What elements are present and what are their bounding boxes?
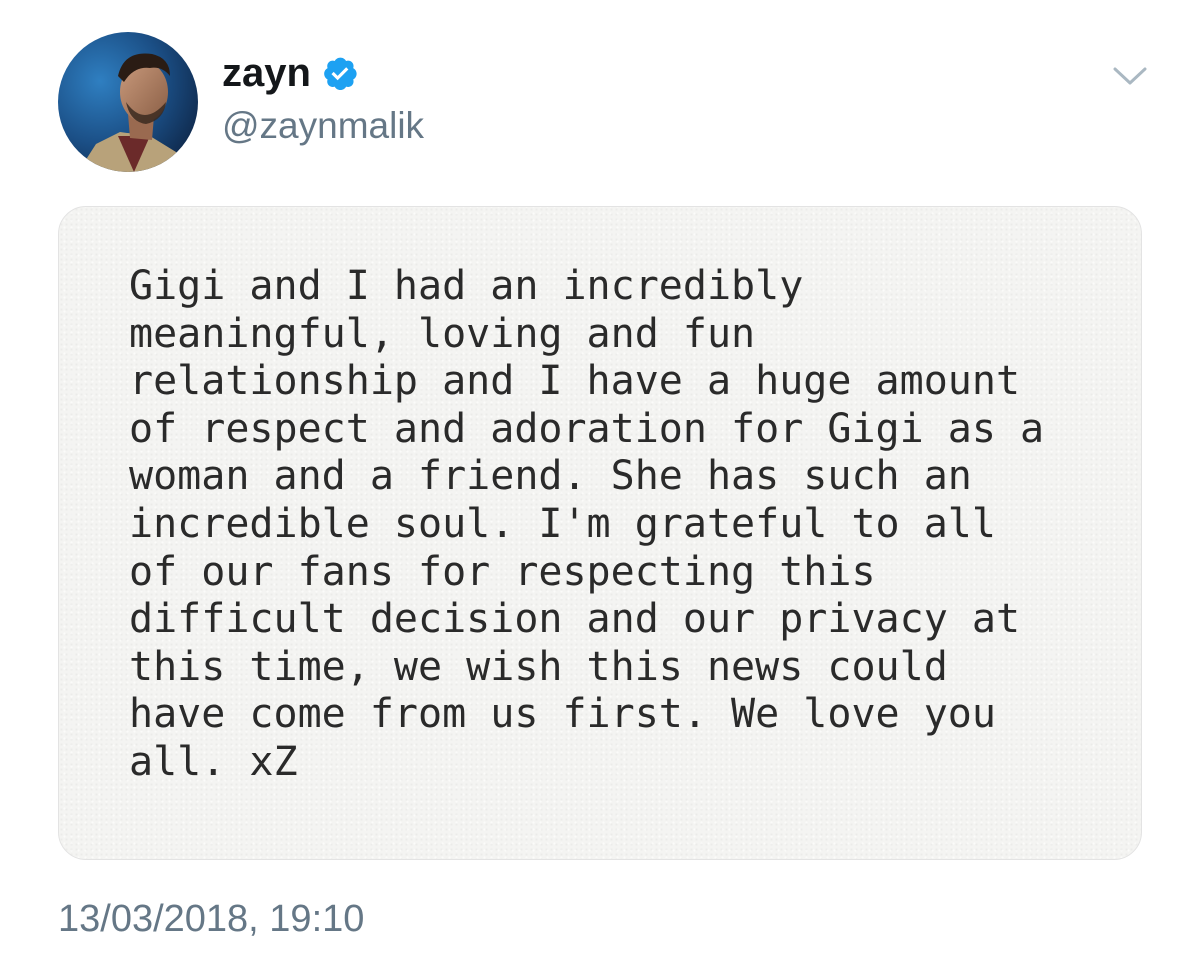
note-line: woman and a friend. She has such an — [129, 453, 972, 500]
note-line: meaningful, loving and fun — [129, 310, 756, 357]
note-text: Gigi and I had an incredibly meaningful,… — [129, 263, 1119, 787]
avatar-image — [58, 32, 198, 172]
tweet-timestamp[interactable]: 13/03/2018, 19:10 — [58, 896, 364, 942]
note-line: relationship and I have a huge amount — [129, 358, 1021, 405]
display-name[interactable]: zayn — [222, 48, 311, 98]
note-line: this time, we wish this news could — [129, 643, 948, 690]
tweet: zayn @zaynmalik Gigi and I had an incred… — [0, 0, 1200, 963]
tweet-author[interactable]: zayn @zaynmalik — [222, 48, 424, 148]
note-line: difficult decision and our privacy at — [129, 596, 1021, 643]
note-line: of our fans for respecting this — [129, 548, 876, 595]
note-line: all. xZ — [129, 738, 298, 785]
handle[interactable]: @zaynmalik — [222, 104, 424, 148]
display-name-row: zayn — [222, 48, 424, 98]
chevron-down-icon[interactable] — [1112, 64, 1148, 88]
note-line: have come from us first. We love you — [129, 691, 996, 738]
verified-badge-icon — [321, 54, 359, 92]
notes-image[interactable]: Gigi and I had an incredibly meaningful,… — [58, 206, 1142, 860]
note-line: of respect and adoration for Gigi as a — [129, 405, 1045, 452]
note-line: incredible soul. I'm grateful to all — [129, 500, 996, 547]
note-line: Gigi and I had an incredibly — [129, 263, 804, 309]
avatar[interactable] — [58, 32, 198, 172]
